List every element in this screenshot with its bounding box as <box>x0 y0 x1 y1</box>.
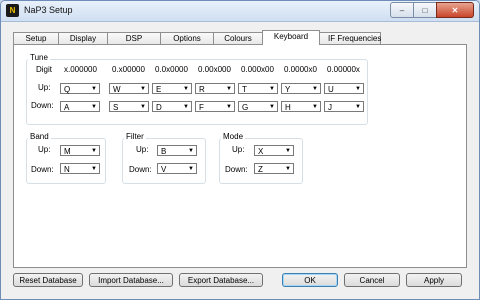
filter-up-label: Up: <box>136 145 149 154</box>
combo-value: V <box>161 165 167 174</box>
chevron-down-icon: ▼ <box>91 166 97 172</box>
export-database-button[interactable]: Export Database... <box>179 273 263 287</box>
digit-6: 0.00000x <box>327 65 360 74</box>
combo-value: G <box>242 103 249 112</box>
digit-1: 0.x00000 <box>112 65 145 74</box>
digit-4: 0.000x00 <box>241 65 274 74</box>
chevron-down-icon: ▼ <box>188 148 194 154</box>
mode-group-title: Mode <box>221 132 246 141</box>
combo-value: A <box>64 103 70 112</box>
filter-group-title: Filter <box>124 132 146 141</box>
title-bar[interactable]: N NaP3 Setup – □ ✕ <box>1 1 479 22</box>
combo-value: D <box>156 103 162 112</box>
band-up-label: Up: <box>38 145 51 154</box>
combo-value: S <box>113 103 119 112</box>
band-up-combo[interactable]: M ▼ <box>60 145 100 156</box>
digit-5: 0.0000x0 <box>284 65 317 74</box>
tune-up-label: Up: <box>38 83 51 92</box>
combo-value: B <box>161 147 167 156</box>
maximize-button[interactable]: □ <box>413 2 437 18</box>
tune-down-combo-0[interactable]: A ▼ <box>60 101 100 112</box>
filter-up-combo[interactable]: B ▼ <box>157 145 197 156</box>
chevron-down-icon: ▼ <box>355 86 361 92</box>
ok-button[interactable]: OK <box>282 273 338 287</box>
chevron-down-icon: ▼ <box>183 104 189 110</box>
chevron-down-icon: ▼ <box>285 166 291 172</box>
chevron-down-icon: ▼ <box>91 104 97 110</box>
band-down-combo[interactable]: N ▼ <box>60 163 100 174</box>
band-group-title: Band <box>28 132 51 141</box>
close-button[interactable]: ✕ <box>436 2 474 18</box>
tune-down-label: Down: <box>31 101 54 110</box>
combo-value: R <box>199 85 205 94</box>
digit-label: Digit <box>36 65 53 74</box>
chevron-down-icon: ▼ <box>183 86 189 92</box>
combo-value: J <box>328 103 332 112</box>
tune-down-combo-1[interactable]: S ▼ <box>109 101 149 112</box>
chevron-down-icon: ▼ <box>188 166 194 172</box>
tune-down-combo-6[interactable]: J ▼ <box>324 101 364 112</box>
combo-value: W <box>113 85 121 94</box>
mode-up-combo[interactable]: X ▼ <box>254 145 294 156</box>
combo-value: E <box>156 85 162 94</box>
chevron-down-icon: ▼ <box>269 104 275 110</box>
chevron-down-icon: ▼ <box>91 148 97 154</box>
digit-0: x.000000 <box>64 65 97 74</box>
tune-up-combo-0[interactable]: Q ▼ <box>60 83 100 94</box>
combo-value: X <box>258 147 264 156</box>
combo-value: T <box>242 85 247 94</box>
chevron-down-icon: ▼ <box>285 148 291 154</box>
minimize-button[interactable]: – <box>390 2 414 18</box>
chevron-down-icon: ▼ <box>140 104 146 110</box>
tune-down-combo-5[interactable]: H ▼ <box>281 101 321 112</box>
tab-keyboard[interactable]: Keyboard <box>262 30 320 45</box>
combo-value: Y <box>285 85 291 94</box>
tune-down-combo-3[interactable]: F ▼ <box>195 101 235 112</box>
tune-group-title: Tune <box>28 53 50 62</box>
tab-strip: Setup Display DSP Options Colours Keyboa… <box>13 30 381 45</box>
caption-buttons: – □ ✕ <box>390 2 474 18</box>
tune-down-combo-2[interactable]: D ▼ <box>152 101 192 112</box>
tune-up-combo-3[interactable]: R ▼ <box>195 83 235 94</box>
chevron-down-icon: ▼ <box>355 104 361 110</box>
chevron-down-icon: ▼ <box>226 104 232 110</box>
chevron-down-icon: ▼ <box>91 86 97 92</box>
tune-up-combo-6[interactable]: U ▼ <box>324 83 364 94</box>
combo-value: N <box>64 165 70 174</box>
filter-down-combo[interactable]: V ▼ <box>157 163 197 174</box>
filter-down-label: Down: <box>129 165 152 174</box>
chevron-down-icon: ▼ <box>269 86 275 92</box>
combo-value: U <box>328 85 334 94</box>
mode-up-label: Up: <box>232 145 245 154</box>
tune-up-combo-4[interactable]: T ▼ <box>238 83 278 94</box>
mode-down-combo[interactable]: Z ▼ <box>254 163 294 174</box>
mode-down-label: Down: <box>225 165 248 174</box>
chevron-down-icon: ▼ <box>140 86 146 92</box>
tune-up-combo-1[interactable]: W ▼ <box>109 83 149 94</box>
digit-3: 0.00x000 <box>198 65 231 74</box>
combo-value: M <box>64 147 71 156</box>
chevron-down-icon: ▼ <box>312 86 318 92</box>
window-title: NaP3 Setup <box>24 5 73 15</box>
reset-database-button[interactable]: Reset Database <box>13 273 83 287</box>
setup-window: N NaP3 Setup – □ ✕ Setup Display DSP Opt… <box>0 0 480 300</box>
band-down-label: Down: <box>31 165 54 174</box>
import-database-button[interactable]: Import Database... <box>89 273 173 287</box>
combo-value: Q <box>64 85 71 94</box>
cancel-button[interactable]: Cancel <box>344 273 400 287</box>
apply-button[interactable]: Apply <box>406 273 462 287</box>
combo-value: H <box>285 103 291 112</box>
tune-up-combo-2[interactable]: E ▼ <box>152 83 192 94</box>
keyboard-panel: Tune Digit x.000000 0.x00000 0.0x0000 0.… <box>13 44 467 268</box>
app-icon: N <box>6 4 19 17</box>
chevron-down-icon: ▼ <box>312 104 318 110</box>
tune-down-combo-4[interactable]: G ▼ <box>238 101 278 112</box>
chevron-down-icon: ▼ <box>226 86 232 92</box>
combo-value: Z <box>258 165 263 174</box>
tune-up-combo-5[interactable]: Y ▼ <box>281 83 321 94</box>
combo-value: F <box>199 103 204 112</box>
digit-2: 0.0x0000 <box>155 65 188 74</box>
